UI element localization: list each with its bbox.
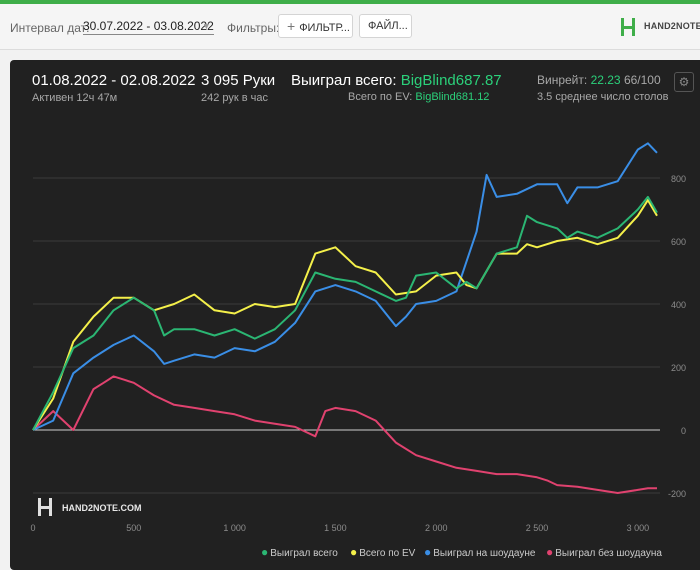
series-line-1 [32, 195, 658, 431]
y-tick-label: -200 [668, 489, 686, 499]
legend-label: Выиграл всего [270, 548, 338, 559]
y-tick-label: 400 [671, 300, 686, 310]
legend-label: Выиграл на шоудауне [433, 548, 536, 559]
bankroll-chart: -200 0 200 400 600 800 0 500 1 000 1 500 2 000 2 50… [30, 142, 686, 533]
y-tick-label: 600 [671, 237, 686, 247]
watermark-logo-mark [41, 506, 49, 509]
legend-dot-icon: ● [424, 545, 432, 559]
series-line-3 [32, 142, 658, 431]
legend-item[interactable]: ● Выиграл всего [261, 545, 338, 559]
x-tick-label: 0 [30, 523, 35, 533]
legend-item[interactable]: ● Выиграл без шоудауна [546, 545, 662, 559]
legend-dot-icon: ● [261, 545, 269, 559]
legend-dot-icon: ● [546, 545, 554, 559]
legend-label: Выиграл без шоудауна [555, 548, 662, 559]
x-tick-label: 500 [126, 523, 141, 533]
legend-dot-icon: ● [350, 545, 358, 559]
legend-item[interactable]: ● Выиграл на шоудауне [424, 545, 535, 559]
series-line-4 [32, 375, 657, 494]
x-tick-label: 2 500 [526, 523, 549, 533]
watermark-logo-mark [49, 498, 52, 516]
y-tick-label: 0 [681, 426, 686, 436]
x-tick-label: 1 500 [324, 523, 347, 533]
x-tick-label: 1 000 [223, 523, 246, 533]
watermark-logo: HAND2NOTE.COM [38, 498, 142, 516]
legend-label: Всего по EV [359, 548, 416, 559]
watermark-text: HAND2NOTE.COM [62, 503, 142, 513]
y-tick-label: 800 [671, 174, 686, 184]
y-tick-label: 200 [671, 363, 686, 373]
x-tick-label: 2 000 [425, 523, 448, 533]
x-tick-label: 3 000 [627, 523, 650, 533]
legend-item[interactable]: ● Всего по EV [350, 545, 415, 559]
watermark-logo-mark [38, 498, 41, 516]
